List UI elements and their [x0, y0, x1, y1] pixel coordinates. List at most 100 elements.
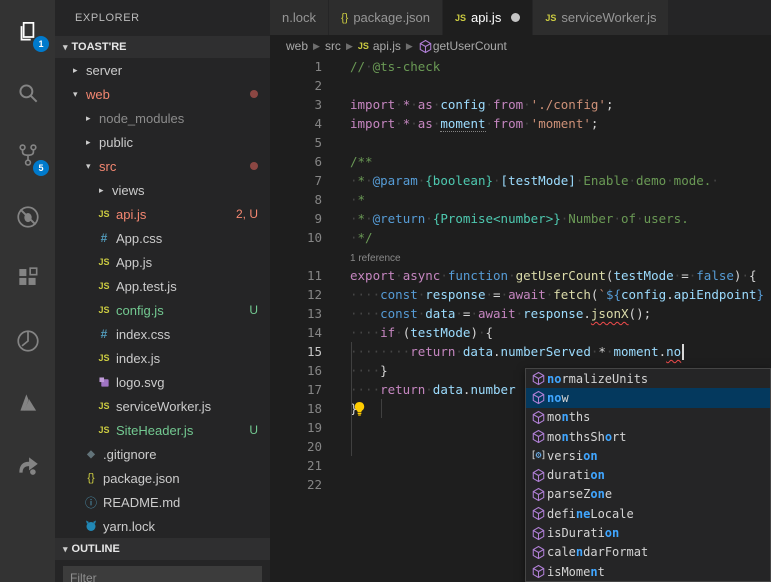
- activitybar-search[interactable]: [0, 62, 55, 124]
- line-content: export·async·function·getUserCount(testM…: [350, 266, 757, 285]
- activitybar-explorer[interactable]: 1: [0, 0, 55, 62]
- js-icon: JS: [96, 281, 112, 291]
- outline-section-header[interactable]: ▾ OUTLINE: [55, 538, 270, 560]
- tree-item-label: App.css: [116, 231, 162, 246]
- tree-item-SiteHeader.js[interactable]: JSSiteHeader.jsU: [55, 418, 270, 442]
- code-line-9[interactable]: 9·*·@return·{Promise<number>}·Number·of·…: [270, 209, 771, 228]
- outline-filter-input[interactable]: [63, 566, 262, 582]
- chevron-down-icon: ▾: [73, 89, 86, 100]
- activitybar-azure[interactable]: [0, 372, 55, 434]
- activitybar-source-control[interactable]: 5: [0, 124, 55, 186]
- breadcrumb-web[interactable]: web: [286, 39, 308, 53]
- tree-item-api.js[interactable]: JSapi.js2, U: [55, 202, 270, 226]
- git-status-badge: 2, U: [236, 207, 258, 221]
- line-content: ·*: [350, 190, 365, 209]
- suggest-item-duration[interactable]: duration: [526, 465, 770, 484]
- code-line-5[interactable]: 5: [270, 133, 771, 152]
- lightbulb-icon[interactable]: [352, 401, 367, 416]
- tree-item-App.test.js[interactable]: JSApp.test.js: [55, 274, 270, 298]
- activitybar-share[interactable]: [0, 434, 55, 496]
- tab-serviceWorker.js[interactable]: JSserviceWorker.js: [533, 0, 669, 35]
- code-line-12[interactable]: 12 ····const·response·=·await·fetch(`${co…: [270, 285, 771, 304]
- share-arrow-icon: [15, 452, 41, 478]
- breadcrumb-api.js[interactable]: JSapi.js: [358, 39, 401, 53]
- suggest-item-calendarFormat[interactable]: calendarFormat: [526, 543, 770, 562]
- tree-item-web[interactable]: ▾web: [55, 82, 270, 106]
- indent-guide: [351, 342, 352, 456]
- tree-item-App.css[interactable]: #App.css: [55, 226, 270, 250]
- suggest-item-months[interactable]: months: [526, 408, 770, 427]
- suggest-item-isMoment[interactable]: isMoment: [526, 562, 770, 581]
- chevron-right-icon: ▸: [86, 113, 99, 124]
- chevron-right-icon: ▸: [86, 137, 99, 148]
- tree-item-config.js[interactable]: JSconfig.jsU: [55, 298, 270, 322]
- suggest-label: version: [547, 449, 598, 463]
- code-line-6[interactable]: 6/**: [270, 152, 771, 171]
- suggest-item-normalizeUnits[interactable]: normalizeUnits: [526, 369, 770, 388]
- line-number: 12: [270, 285, 322, 304]
- suggest-item-monthsShort[interactable]: monthsShort: [526, 427, 770, 446]
- tree-item-serviceWorker.js[interactable]: JSserviceWorker.js: [55, 394, 270, 418]
- suggest-item-isDuration[interactable]: isDuration: [526, 523, 770, 542]
- breadcrumb-getUserCount[interactable]: getUserCount: [418, 39, 507, 54]
- line-content: ····const·response·=·await·fetch(`${conf…: [350, 285, 764, 304]
- line-number: 20: [270, 437, 322, 456]
- project-section-header[interactable]: ▾ TOAST'RE: [55, 36, 270, 58]
- line-content: ·*/: [350, 228, 373, 247]
- tree-item-src[interactable]: ▾src: [55, 154, 270, 178]
- tree-item-.gitignore[interactable]: ◆.gitignore: [55, 442, 270, 466]
- symbol-method-icon: [531, 545, 546, 560]
- tree-item-index.js[interactable]: JSindex.js: [55, 346, 270, 370]
- activitybar-debug[interactable]: [0, 186, 55, 248]
- git-icon: ◆: [83, 449, 99, 460]
- line-number: 1: [270, 57, 322, 76]
- code-line-3[interactable]: 3import·*·as·config·from·'./config';: [270, 95, 771, 114]
- symbol-method-icon: [531, 371, 546, 386]
- code-line-14[interactable]: 14····if·(testMode)·{: [270, 323, 771, 342]
- dirty-dot-icon[interactable]: [511, 13, 520, 22]
- tree-item-label: src: [99, 159, 116, 174]
- code-line-8[interactable]: 8·*: [270, 190, 771, 209]
- code-line-10[interactable]: 10 ·*/: [270, 228, 771, 247]
- code-line-11[interactable]: 11export·async·function·getUserCount(tes…: [270, 266, 771, 285]
- indent-guide: [381, 399, 382, 418]
- tab-package.json[interactable]: {}package.json: [329, 0, 443, 35]
- symbol-method-icon: [418, 39, 433, 54]
- suggest-item-now[interactable]: now: [526, 388, 770, 407]
- symbol-method-icon: [531, 429, 546, 444]
- code-line-1[interactable]: 1//·@ts-check: [270, 57, 771, 76]
- tree-item-yarn.lock[interactable]: yarn.lock: [55, 514, 270, 538]
- suggest-item-version[interactable]: [⚙]version: [526, 446, 770, 465]
- tree-item-server[interactable]: ▸server: [55, 58, 270, 82]
- tree-item-App.js[interactable]: JSApp.js: [55, 250, 270, 274]
- breadcrumb-src[interactable]: src: [325, 39, 341, 53]
- line-number: 13: [270, 304, 322, 323]
- suggest-item-parseZone[interactable]: parseZone: [526, 485, 770, 504]
- tree-item-node_modules[interactable]: ▸node_modules: [55, 106, 270, 130]
- code-line-2[interactable]: 2: [270, 76, 771, 95]
- tree-item-index.css[interactable]: #index.css: [55, 322, 270, 346]
- tab-api.js[interactable]: JSapi.js: [443, 0, 533, 35]
- line-content: ····const·data·=·await·response.jsonX();: [350, 304, 651, 323]
- code-line-7[interactable]: 7·*·@param·{boolean}·[testMode]·Enable·d…: [270, 171, 771, 190]
- suggest-label: isDuration: [547, 526, 619, 540]
- suggest-item-defineLocale[interactable]: defineLocale: [526, 504, 770, 523]
- line-number: 10: [270, 228, 322, 247]
- activitybar-gauge[interactable]: [0, 310, 55, 372]
- tree-item-label: README.md: [103, 495, 180, 510]
- codelens-references[interactable]: 1 reference: [350, 253, 401, 264]
- tree-item-README.md[interactable]: ⓘREADME.md: [55, 490, 270, 514]
- code-line-4[interactable]: 4import·*·as·moment·from·'moment';: [270, 114, 771, 133]
- tree-item-public[interactable]: ▸public: [55, 130, 270, 154]
- line-number: 15: [270, 342, 322, 361]
- line-content: import·*·as·moment·from·'moment';: [350, 114, 598, 133]
- tree-item-logo.svg[interactable]: logo.svg: [55, 370, 270, 394]
- chevron-down-icon: ▾: [63, 36, 68, 58]
- activitybar-extensions[interactable]: [0, 248, 55, 310]
- js-icon: JS: [96, 425, 112, 435]
- code-line-15[interactable]: 15········return·data.numberServed·*·mom…: [270, 342, 771, 361]
- tree-item-package.json[interactable]: {}package.json: [55, 466, 270, 490]
- tab-n.lock[interactable]: n.lock: [270, 0, 329, 35]
- tree-item-views[interactable]: ▸views: [55, 178, 270, 202]
- code-line-13[interactable]: 13 ····const·data·=·await·response.jsonX(…: [270, 304, 771, 323]
